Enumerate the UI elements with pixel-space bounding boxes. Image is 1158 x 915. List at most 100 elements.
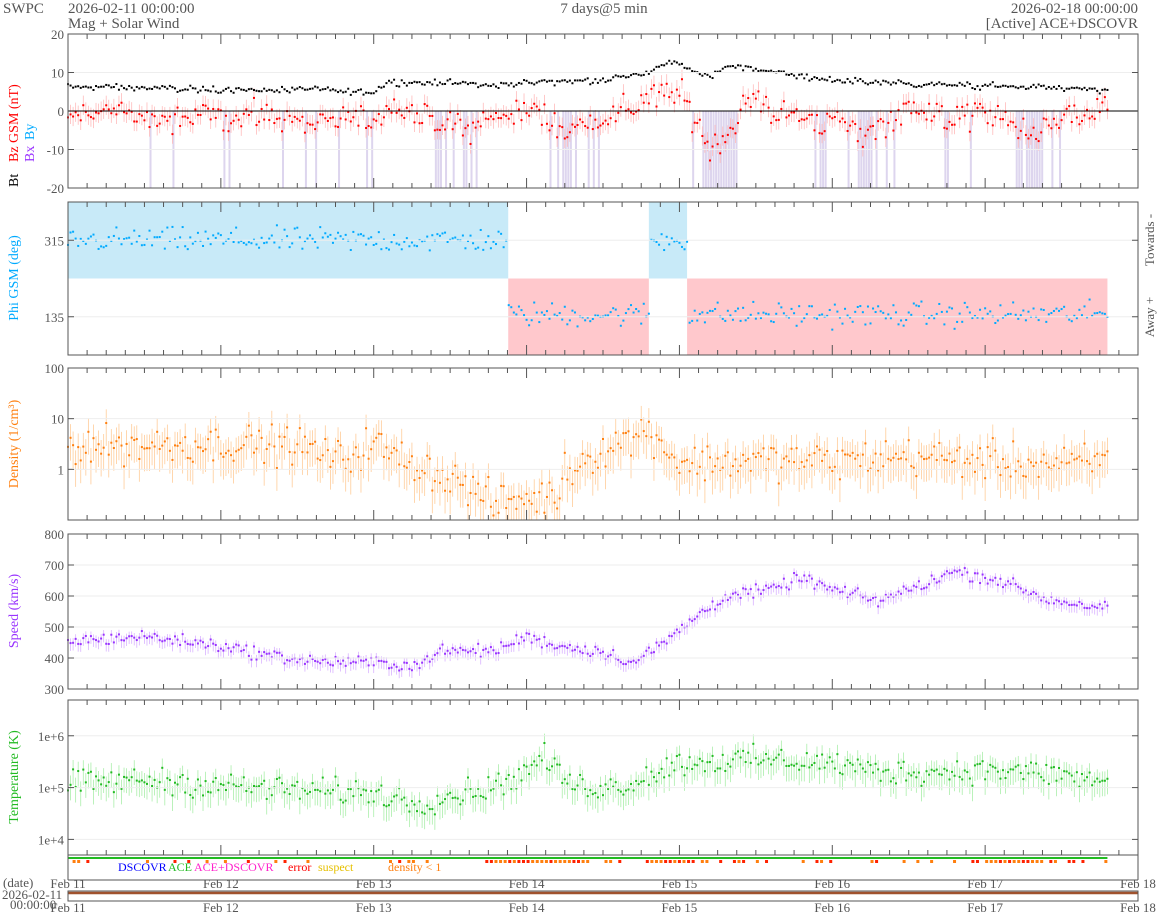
speed-point	[405, 661, 408, 664]
temp-point	[219, 783, 222, 786]
phi-point	[268, 237, 271, 240]
density-point	[780, 466, 783, 469]
phi-point	[780, 306, 783, 309]
bz-point	[622, 92, 625, 95]
density-point	[956, 449, 959, 452]
temp-point	[652, 776, 655, 779]
speed-point	[719, 603, 722, 606]
bz-point	[599, 124, 602, 127]
bt-point	[538, 80, 541, 83]
bt-point	[612, 76, 615, 79]
bt-point	[1096, 89, 1099, 92]
phi-point	[1083, 305, 1086, 308]
temp-point	[938, 773, 941, 776]
temp-point	[202, 794, 205, 797]
speed-point	[907, 589, 910, 592]
bz-point	[543, 103, 546, 106]
density-point	[665, 453, 668, 456]
bt-point	[563, 79, 566, 82]
temp-point	[709, 761, 711, 764]
temp-point	[948, 778, 951, 781]
speed-point	[385, 660, 388, 663]
bz-point	[561, 126, 564, 129]
speed-point	[999, 577, 1002, 580]
temp-point	[1091, 784, 1094, 787]
speed-point	[617, 658, 620, 661]
speed-point	[489, 646, 492, 649]
density-point	[472, 475, 475, 478]
temp-point	[191, 796, 194, 799]
density-point	[293, 451, 296, 454]
speed-point	[861, 596, 864, 599]
speed-point	[224, 643, 227, 646]
phi-point	[479, 228, 482, 231]
density-point	[337, 439, 340, 442]
density-point	[204, 448, 207, 451]
bz-point	[892, 129, 895, 132]
phi-point	[161, 230, 164, 233]
temp-point	[512, 775, 515, 778]
temp-point	[584, 787, 587, 790]
temp-point	[854, 770, 857, 773]
y-tick-label: 500	[45, 620, 65, 635]
speed-point	[1007, 580, 1010, 583]
x-tick-label: Feb 17	[967, 876, 1003, 891]
temp-point	[816, 754, 818, 757]
bt-point	[240, 88, 243, 91]
bz-point	[293, 115, 296, 118]
bz-point	[517, 108, 520, 111]
density-point	[619, 446, 622, 449]
phi-point	[273, 241, 276, 244]
bt-point	[128, 84, 131, 87]
density-point	[385, 446, 388, 449]
bt-point	[117, 88, 120, 91]
phi-point	[263, 242, 266, 245]
bt-point	[948, 83, 951, 86]
phi-point	[163, 247, 166, 250]
bt-point	[917, 84, 920, 87]
bz-point	[375, 119, 378, 122]
phi-point	[1024, 319, 1027, 322]
temp-point	[933, 769, 936, 772]
speed-point	[663, 640, 666, 643]
speed-point	[989, 578, 992, 581]
phi-point	[512, 311, 515, 314]
bz-point	[133, 120, 136, 123]
bz-point	[999, 118, 1002, 121]
bt-point	[864, 82, 867, 85]
bz-point	[854, 123, 857, 126]
temp-point	[1075, 771, 1078, 774]
temp-point	[981, 760, 984, 763]
phi-point	[553, 313, 556, 316]
density-point	[943, 458, 946, 461]
density-point	[953, 459, 956, 462]
density-point	[525, 492, 528, 495]
phi-point	[905, 318, 908, 321]
density-point	[309, 443, 312, 446]
speed-point	[1083, 606, 1086, 609]
speed-point	[665, 642, 668, 645]
temp-point	[991, 765, 994, 768]
phi-point	[894, 311, 897, 314]
bt-point	[915, 86, 918, 89]
density-point	[512, 495, 515, 498]
temp-point	[184, 791, 187, 794]
density-point	[1022, 474, 1025, 477]
phi-point	[833, 303, 836, 306]
temp-point	[591, 793, 594, 796]
temp-point	[953, 774, 956, 777]
temp-point	[163, 788, 166, 791]
temp-point	[444, 798, 447, 801]
bt-point	[1004, 84, 1007, 87]
density-point	[342, 458, 345, 461]
quality-flag	[531, 860, 535, 863]
density-point	[444, 489, 447, 492]
speed-point	[866, 599, 869, 602]
bt-point	[872, 81, 875, 84]
temp-point	[734, 752, 737, 755]
bz-point	[400, 114, 403, 117]
phi-point	[309, 234, 312, 237]
bt-point	[482, 84, 485, 87]
speed-point	[754, 583, 757, 586]
speed-point	[1024, 589, 1027, 592]
